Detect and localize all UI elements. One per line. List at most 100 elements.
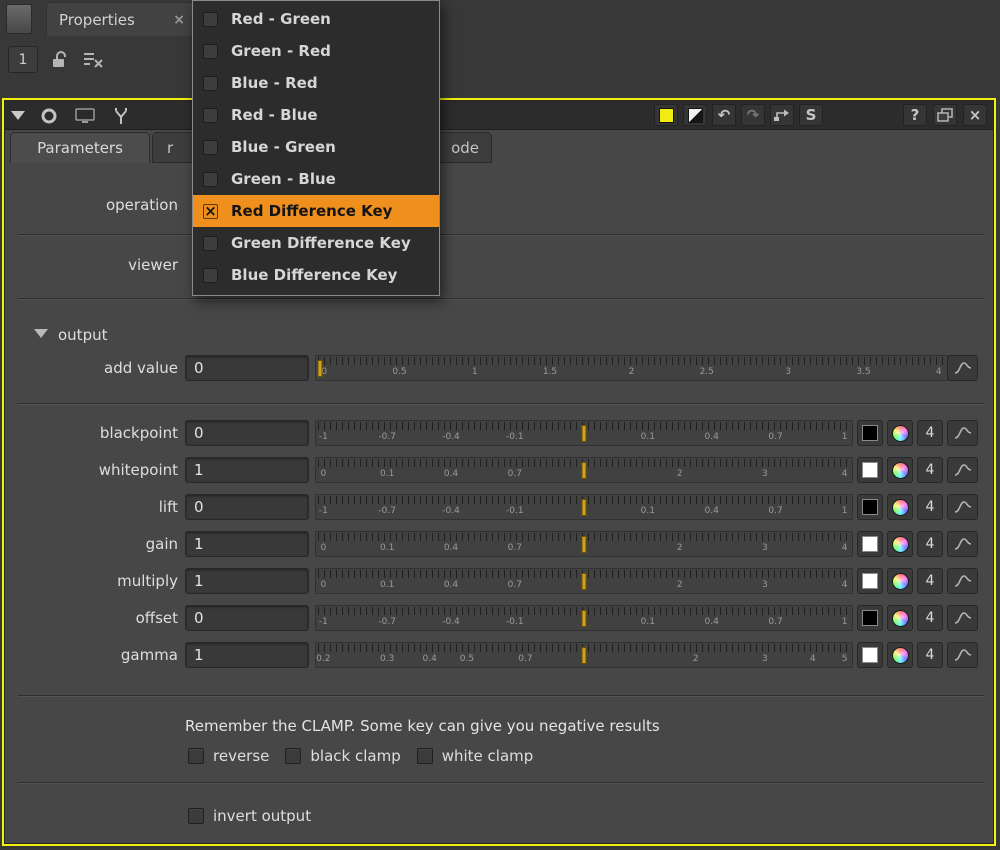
slider-handle[interactable] (582, 610, 587, 627)
invert-output-checkbox-item[interactable]: invert output (188, 807, 311, 825)
color-wheel-button[interactable] (887, 494, 913, 520)
curve-button[interactable] (947, 642, 978, 668)
center-node-icon[interactable] (37, 105, 61, 127)
properties-pane-tab[interactable]: Properties × (46, 2, 194, 36)
white-clamp-checkbox[interactable] (417, 748, 433, 764)
color-wheel-button[interactable] (887, 457, 913, 483)
output-group-header[interactable]: output (4, 322, 994, 348)
pane-drag-handle[interactable] (6, 4, 32, 34)
float-window-button[interactable] (933, 104, 957, 126)
black-clamp-checkbox-item[interactable]: black clamp (285, 747, 400, 765)
slider-tick-label: 0.7 (508, 469, 522, 479)
color-swatch-button[interactable] (857, 531, 883, 557)
max-panels-button[interactable]: 1 (8, 46, 38, 73)
close-tab-icon[interactable]: × (173, 12, 185, 28)
value-input[interactable]: 1 (185, 642, 309, 668)
color-wheel-button[interactable] (887, 568, 913, 594)
channels-button[interactable]: 4 (917, 457, 943, 483)
slider-track[interactable]: 0.20.30.40.50.712345 (315, 642, 853, 668)
group-collapse-icon[interactable] (34, 329, 48, 338)
curve-button[interactable] (947, 568, 978, 594)
script-button[interactable]: S (799, 104, 823, 126)
curve-icon (954, 463, 972, 477)
slider-handle[interactable] (582, 462, 587, 479)
color-wheel-button[interactable] (887, 605, 913, 631)
slider-tick-label: 0.1 (641, 617, 655, 627)
value-input[interactable]: 1 (185, 568, 309, 594)
menu-item[interactable]: Green Difference Key (193, 227, 439, 259)
menu-item[interactable]: Green - Blue (193, 163, 439, 195)
slider-track[interactable]: -1-0.7-0.4-0.100.10.40.71 (315, 420, 853, 446)
color-wheel-button[interactable] (887, 420, 913, 446)
slider-track[interactable]: 00.10.40.71234 (315, 531, 853, 557)
monitor-icon[interactable] (73, 105, 97, 127)
slider-handle[interactable] (582, 499, 587, 516)
node-color-button[interactable] (654, 104, 678, 126)
menu-item[interactable]: Blue - Green (193, 131, 439, 163)
color-wheel-button[interactable] (887, 642, 913, 668)
curve-button[interactable] (947, 457, 978, 483)
white-clamp-checkbox-item[interactable]: white clamp (417, 747, 534, 765)
color-swatch-button[interactable] (857, 457, 883, 483)
channels-button[interactable]: 4 (917, 568, 943, 594)
channels-button[interactable]: 4 (917, 642, 943, 668)
help-button[interactable]: ? (903, 104, 927, 126)
lock-icon[interactable] (50, 50, 70, 70)
add-value-slider-track[interactable]: 00.511.522.533.54 (315, 355, 948, 381)
slider-track[interactable]: -1-0.7-0.4-0.100.10.40.71 (315, 494, 853, 520)
color-wheel-button[interactable] (887, 531, 913, 557)
color-swatch-button[interactable] (857, 494, 883, 520)
plug-icon[interactable] (109, 105, 133, 127)
menu-item-selected[interactable]: × Red Difference Key (193, 195, 439, 227)
channels-button[interactable]: 4 (917, 420, 943, 446)
value-input[interactable]: 0 (185, 420, 309, 446)
curve-button[interactable] (947, 531, 978, 557)
invert-output-row: invert output (188, 804, 311, 828)
add-value-input[interactable]: 0 (185, 355, 309, 381)
slider-handle[interactable] (317, 360, 322, 377)
slider-handle[interactable] (582, 536, 587, 553)
slider-handle[interactable] (582, 425, 587, 442)
color-swatch-button[interactable] (857, 420, 883, 446)
slider-track[interactable]: -1-0.7-0.4-0.100.10.40.71 (315, 605, 853, 631)
color-swatch-button[interactable] (857, 642, 883, 668)
value-input[interactable]: 0 (185, 605, 309, 631)
reverse-checkbox-item[interactable]: reverse (188, 747, 269, 765)
clear-all-panels-icon[interactable] (82, 51, 106, 69)
menu-item[interactable]: Blue - Red (193, 67, 439, 99)
curve-button[interactable] (947, 494, 978, 520)
slider-handle[interactable] (582, 647, 587, 664)
redo-button[interactable]: ↷ (741, 104, 765, 126)
revert-button[interactable] (770, 104, 794, 126)
menu-item[interactable]: Green - Red (193, 35, 439, 67)
swatch (862, 647, 878, 663)
slider-track[interactable]: 00.10.40.71234 (315, 568, 853, 594)
curve-button[interactable] (947, 605, 978, 631)
collapse-panel-icon[interactable] (11, 111, 25, 120)
slider-handle[interactable] (582, 573, 587, 590)
tab-parameters[interactable]: Parameters (10, 132, 150, 163)
channels-button[interactable]: 4 (917, 605, 943, 631)
slider-track[interactable]: 00.10.40.71234 (315, 457, 853, 483)
channels-button[interactable]: 4 (917, 531, 943, 557)
postage-stamp-button[interactable] (683, 104, 707, 126)
invert-output-checkbox[interactable] (188, 808, 204, 824)
menu-item[interactable]: Blue Difference Key (193, 259, 439, 291)
close-panel-button[interactable]: × (963, 104, 987, 126)
properties-toolbar: 1 (8, 46, 106, 73)
menu-item[interactable]: Red - Green (193, 3, 439, 35)
color-swatch-button[interactable] (857, 568, 883, 594)
reverse-checkbox[interactable] (188, 748, 204, 764)
value-input[interactable]: 0 (185, 494, 309, 520)
black-clamp-checkbox[interactable] (285, 748, 301, 764)
channels-button[interactable]: 4 (917, 494, 943, 520)
menu-item-label: Red - Green (231, 10, 331, 28)
value-input[interactable]: 1 (185, 457, 309, 483)
undo-button[interactable]: ↶ (712, 104, 736, 126)
color-swatch-button[interactable] (857, 605, 883, 631)
value-input[interactable]: 1 (185, 531, 309, 557)
add-value-label: add value (4, 355, 178, 381)
curve-button[interactable] (947, 355, 978, 381)
curve-button[interactable] (947, 420, 978, 446)
menu-item[interactable]: Red - Blue (193, 99, 439, 131)
